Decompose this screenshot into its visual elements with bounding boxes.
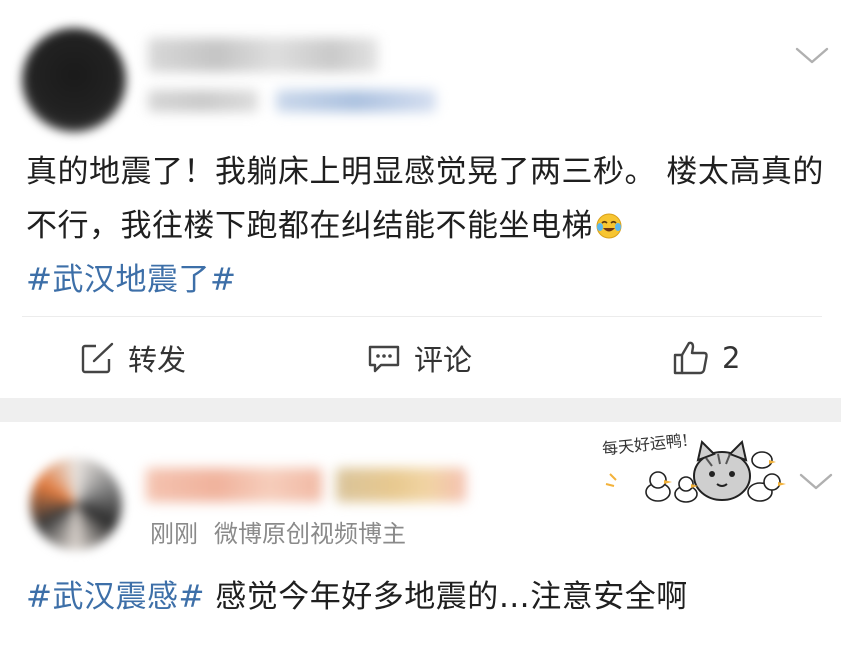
post-meta: 刚刚 微博原创视频博主 — [150, 514, 406, 549]
more-options-button[interactable] — [792, 44, 832, 68]
post-content: #武汉震感# 感觉今年好多地震的…注意安全啊 — [26, 570, 826, 624]
forward-button[interactable]: 转发 — [80, 336, 186, 380]
like-button[interactable]: 2 — [672, 336, 740, 380]
like-count: 2 — [722, 341, 741, 375]
post-time: 刚刚 — [150, 520, 198, 548]
comment-bubble-icon — [366, 341, 402, 375]
thumbs-up-icon — [672, 340, 710, 376]
more-options-button[interactable] — [796, 470, 836, 494]
laugh-cry-emoji-icon — [595, 203, 623, 239]
forward-label: 转发 — [128, 343, 187, 377]
edit-share-icon — [80, 341, 116, 375]
post-text: 真的地震了！我躺床上明显感觉晃了两三秒。 楼太高真的不行，我往楼下跑都在纠结能不… — [26, 154, 824, 244]
comment-button[interactable]: 评论 — [366, 336, 472, 380]
post-time-blurred — [148, 90, 258, 112]
post-source-blurred — [276, 90, 436, 112]
user-badge: 微博原创视频博主 — [214, 520, 406, 548]
chevron-down-icon — [799, 473, 833, 490]
avatar[interactable] — [22, 28, 126, 132]
post-text: 感觉今年好多地震的…注意安全啊 — [204, 579, 688, 615]
weibo-post-1: 真的地震了！我躺床上明显感觉晃了两三秒。 楼太高真的不行，我往楼下跑都在纠结能不… — [0, 0, 841, 398]
avatar[interactable] — [30, 458, 122, 550]
username-blurred[interactable] — [146, 468, 322, 502]
post-content: 真的地震了！我躺床上明显感觉晃了两三秒。 楼太高真的不行，我往楼下跑都在纠结能不… — [26, 145, 826, 307]
hashtag-link[interactable]: #武汉地震了# — [26, 262, 236, 298]
sticker-card-decoration: 每天好运鸭! — [601, 431, 792, 508]
chevron-down-icon — [795, 47, 829, 64]
user-badge-blurred — [336, 468, 466, 502]
username-blurred[interactable] — [148, 38, 378, 72]
comment-label: 评论 — [414, 343, 473, 377]
hashtag-link[interactable]: #武汉震感# — [26, 579, 205, 615]
post-separator — [0, 398, 841, 422]
divider — [22, 316, 822, 317]
